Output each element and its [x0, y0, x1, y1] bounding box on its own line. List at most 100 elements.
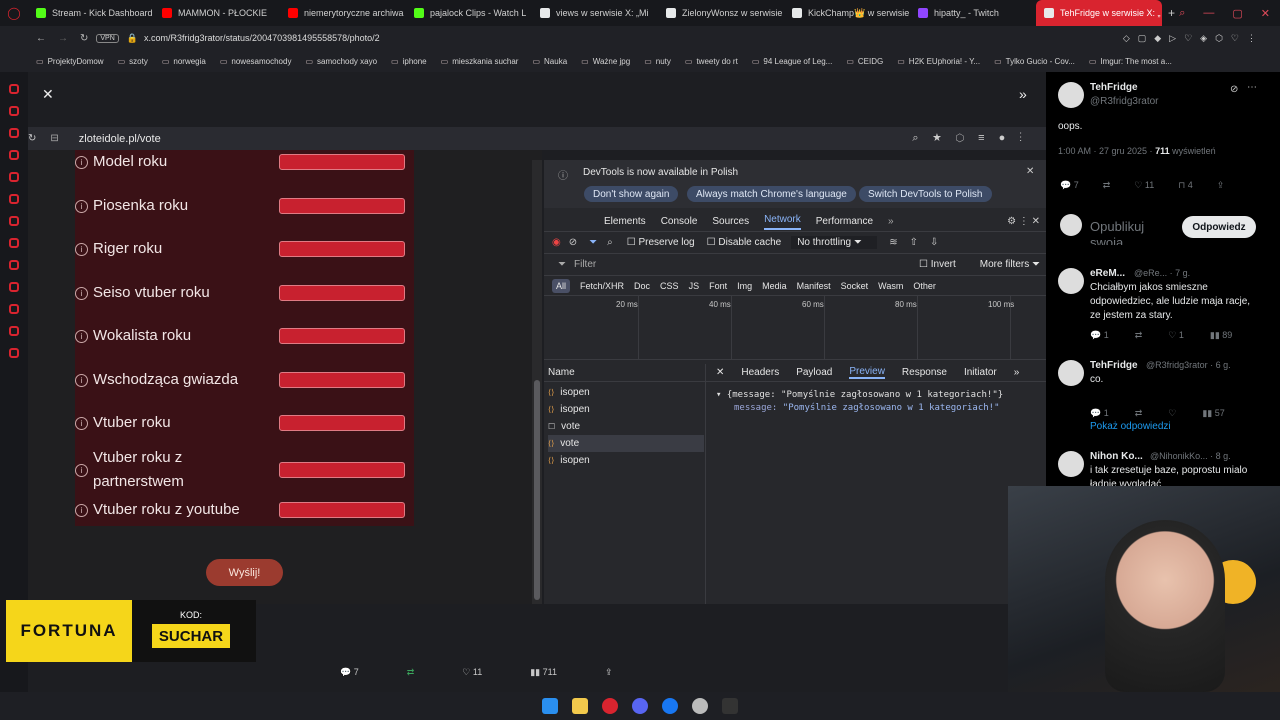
minimize-icon[interactable]: —	[1203, 7, 1214, 20]
bookmark-item[interactable]: Tylko Gucio - Cov...	[994, 57, 1075, 66]
close-viewer-icon[interactable]: ✕	[42, 86, 54, 103]
bookmark-item[interactable]: CEIDG	[846, 57, 883, 66]
sidebar-icon[interactable]	[9, 238, 19, 248]
clear-icon: ⊘	[568, 237, 578, 248]
sidebar-icon[interactable]	[9, 348, 19, 358]
reload-icon[interactable]: ↻	[80, 33, 88, 44]
terminal-icon[interactable]	[722, 698, 738, 714]
bookmark-icon[interactable]: ⊓ 4	[1178, 180, 1193, 191]
network-request-row: ⟨⟩ vote	[548, 435, 704, 452]
share-icon[interactable]: ⇪	[1217, 180, 1225, 191]
grok-icon[interactable]: ⊘	[1230, 84, 1238, 95]
bookmark-item[interactable]: norwegia	[162, 57, 205, 66]
reply-button[interactable]: Odpowiedz	[1182, 216, 1256, 238]
category-input	[279, 198, 405, 214]
discord-icon[interactable]	[632, 698, 648, 714]
bookmark-item[interactable]: mieszkania suchar	[441, 57, 518, 66]
reply-icon[interactable]: 💬 7	[340, 667, 359, 678]
browser-tab[interactable]: TehFridge w serwisie X: „✕	[1036, 0, 1162, 26]
views-icon[interactable]: ▮▮ 711	[530, 667, 557, 678]
bookmark-item[interactable]: ProjektyDomow	[36, 57, 104, 66]
expand-panel-icon[interactable]: »	[1019, 86, 1027, 102]
show-replies-link[interactable]: Pokaż odpowiedzi	[1090, 421, 1171, 432]
reply-icon[interactable]: 💬 7	[1060, 180, 1079, 191]
author-name[interactable]: TehFridge	[1090, 82, 1138, 93]
search-tabs-icon[interactable]: ⌕	[1179, 7, 1185, 20]
bookmark-item[interactable]: Ważne jpg	[581, 57, 631, 66]
bookmark-item[interactable]: samochody xayo	[305, 57, 377, 66]
reply-action-icon[interactable]: 💬 1	[1090, 330, 1109, 341]
vpn-badge[interactable]: VPN	[96, 33, 119, 43]
reply-input[interactable]: Opublikuj swoją odpowiedź	[1090, 219, 1174, 245]
streamer-face	[1105, 520, 1225, 692]
maximize-icon[interactable]: ▢	[1232, 7, 1242, 20]
vote-row: i Vtuber roku z partnerstwem	[75, 448, 414, 492]
reply-action-icon[interactable]: ⇄	[1135, 330, 1143, 341]
chatgpt-icon[interactable]	[692, 698, 708, 714]
toolbar-icons[interactable]: ◇▢◆▷♡◈⬡♡⋮	[1123, 33, 1264, 44]
browser-tab[interactable]: views w serwisie X: „Mi	[532, 0, 658, 26]
browser-tab[interactable]: Stream - Kick Dashboard	[28, 0, 154, 26]
opera-logo-icon[interactable]: ◯	[0, 0, 28, 26]
network-extra-icons: ≋⇧⇩	[889, 237, 951, 248]
repost-icon[interactable]: ⇄	[1103, 180, 1111, 191]
reply-action-icon[interactable]: ▮▮ 57	[1202, 408, 1224, 419]
facebook-icon[interactable]	[662, 698, 678, 714]
sidebar-icon[interactable]	[9, 84, 19, 94]
back-icon[interactable]: ←	[36, 33, 46, 44]
start-icon[interactable]	[542, 698, 558, 714]
like-icon[interactable]: ♡ 11	[462, 667, 482, 678]
browser-tab[interactable]: MAMMON - PŁOCKIE	[154, 0, 280, 26]
browser-tab[interactable]: niemerytoryczne archiwa	[280, 0, 406, 26]
category-input	[279, 462, 405, 478]
url-field[interactable]: x.com/R3fridg3rator/status/2004703981495…	[144, 33, 380, 43]
repost-icon[interactable]: ⇄	[407, 667, 415, 678]
bookmark-item[interactable]: H2K EUphoria! - Y...	[897, 57, 980, 66]
sidebar-icon[interactable]	[9, 216, 19, 226]
file-explorer-icon[interactable]	[572, 698, 588, 714]
like-icon[interactable]: ♡ 11	[1134, 180, 1154, 191]
forward-icon[interactable]: →	[58, 33, 68, 44]
sidebar-icon[interactable]	[9, 304, 19, 314]
bookmark-item[interactable]: iphone	[391, 57, 427, 66]
browser-tab[interactable]: pajalock Clips - Watch L	[406, 0, 532, 26]
more-icon[interactable]: ⋯	[1247, 82, 1257, 93]
bookmark-item[interactable]: 94 League of Leg...	[752, 57, 832, 66]
sidebar-icon[interactable]	[9, 106, 19, 116]
reply-action-icon[interactable]: ⇄	[1135, 408, 1143, 419]
reply-author[interactable]: eReM...	[1090, 268, 1125, 279]
share-icon[interactable]: ⇪	[605, 667, 613, 678]
new-tab-icon[interactable]: +	[1168, 6, 1175, 20]
reply-avatar[interactable]	[1058, 360, 1084, 386]
browser-tab[interactable]: ZielonyWonsz w serwisie	[658, 0, 784, 26]
tweet-meta: 1:00 AM · 27 gru 2025 · 711 wyświetleń	[1058, 146, 1216, 156]
bookmark-item[interactable]: szoty	[118, 57, 148, 66]
sidebar-icon[interactable]	[9, 128, 19, 138]
reply-action-icon[interactable]: ♡ 1	[1168, 330, 1184, 341]
sidebar-icon[interactable]	[9, 150, 19, 160]
sidebar-icon[interactable]	[9, 172, 19, 182]
author-handle[interactable]: @R3fridg3rator	[1090, 96, 1159, 107]
sidebar-icon[interactable]	[9, 260, 19, 270]
opera-icon[interactable]	[602, 698, 618, 714]
reply-action-icon[interactable]: 💬 1	[1090, 408, 1109, 419]
browser-tab[interactable]: hipatty_ - Twitch	[910, 0, 1036, 26]
bookmark-item[interactable]: Nauka	[532, 57, 567, 66]
sidebar-icon[interactable]	[9, 326, 19, 336]
sidebar-icon[interactable]	[9, 282, 19, 292]
reply-author[interactable]: TehFridge	[1090, 360, 1138, 371]
reply-action-icon[interactable]: ▮▮ 89	[1210, 330, 1232, 341]
close-window-icon[interactable]: ✕	[1261, 7, 1270, 20]
lock-icon[interactable]: 🔒	[127, 33, 138, 44]
reply-action-icon[interactable]: ♡	[1168, 408, 1176, 419]
sidebar-icon[interactable]	[9, 194, 19, 204]
reply-author[interactable]: Nihon Ko...	[1090, 451, 1143, 462]
reply-avatar[interactable]	[1058, 451, 1084, 477]
reply-avatar[interactable]	[1058, 268, 1084, 294]
bookmark-item[interactable]: nowesamochody	[220, 57, 291, 66]
bookmark-item[interactable]: nuty	[644, 57, 671, 66]
bookmark-item[interactable]: Imgur: The most a...	[1089, 57, 1171, 66]
bookmark-item[interactable]: tweety do rt	[685, 57, 737, 66]
author-avatar[interactable]	[1058, 82, 1084, 108]
browser-tab[interactable]: KickChamp👑 w serwisie	[784, 0, 910, 26]
